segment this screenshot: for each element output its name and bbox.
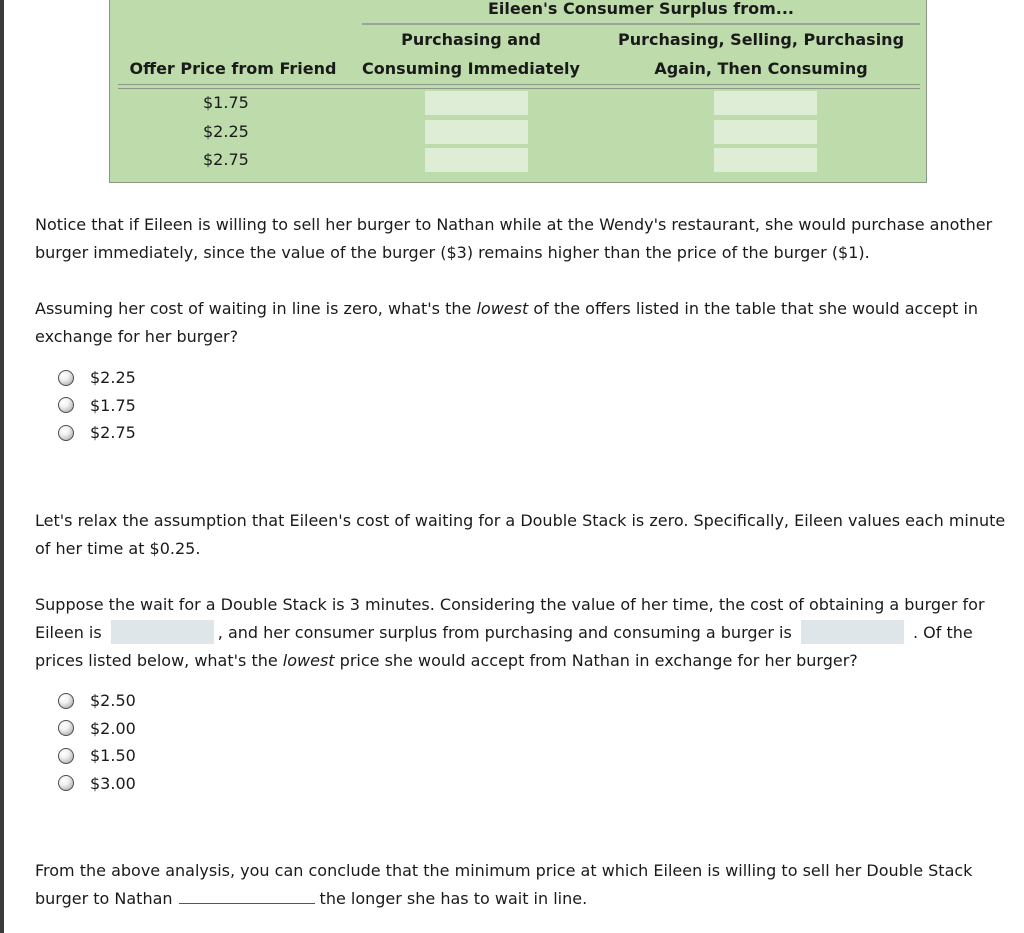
page-left-border	[0, 0, 4, 933]
table-row: $2.25	[110, 118, 926, 146]
conclusion-dropdown[interactable]	[178, 885, 315, 904]
conclusion-part2: the longer she has to wait in line.	[319, 889, 588, 908]
column-header-purchasing-consuming: Purchasing and Consuming Immediately	[356, 25, 586, 83]
surplus-immediate-input[interactable]	[425, 148, 528, 172]
header-line: Again, Then Consuming	[654, 59, 868, 78]
question1-emphasis: lowest	[476, 299, 529, 318]
offer-price: $2.25	[203, 122, 249, 141]
header-line: Purchasing and	[401, 30, 541, 49]
consumer-surplus-table: Eileen's Consumer Surplus from... Offer …	[109, 0, 927, 183]
consumer-surplus-input[interactable]	[800, 619, 904, 644]
radio-button-icon[interactable]	[58, 369, 74, 386]
radio-button-icon[interactable]	[58, 692, 74, 709]
question2-part2: , and her consumer surplus from purchasi…	[217, 623, 792, 642]
surplus-immediate-input[interactable]	[425, 120, 528, 144]
surplus-resell-input[interactable]	[714, 91, 817, 115]
header-line: Consuming Immediately	[362, 59, 580, 78]
surplus-resell-input[interactable]	[714, 148, 817, 172]
offer-price: $1.75	[203, 93, 249, 112]
question2-options: $2.50 $2.00 $1.50 $3.00	[58, 687, 136, 797]
question2-option[interactable]: $2.50	[58, 687, 136, 715]
question2-option[interactable]: $3.00	[58, 770, 136, 798]
option-label: $1.50	[90, 746, 136, 766]
question2-option[interactable]: $1.50	[58, 742, 136, 770]
column-header-purchasing-selling: Purchasing, Selling, Purchasing Again, T…	[603, 25, 919, 83]
radio-button-icon[interactable]	[58, 775, 74, 792]
question1-option[interactable]: $2.75	[58, 419, 136, 447]
radio-button-icon[interactable]	[58, 397, 74, 414]
question1-text: Assuming her cost of waiting in line is …	[35, 295, 1020, 351]
question2-option[interactable]: $2.00	[58, 715, 136, 743]
surplus-immediate-input[interactable]	[425, 91, 528, 115]
option-label: $2.25	[90, 368, 136, 388]
notice-paragraph: Notice that if Eileen is willing to sell…	[35, 215, 993, 262]
option-label: $2.50	[90, 691, 136, 711]
question1-prefix: Assuming her cost of waiting in line is …	[35, 299, 477, 318]
table-row: $2.75	[110, 146, 926, 174]
question1-option[interactable]: $2.25	[58, 364, 136, 392]
question2-text: Suppose the wait for a Double Stack is 3…	[35, 591, 1020, 675]
table-row: $1.75	[110, 89, 926, 117]
radio-button-icon[interactable]	[58, 747, 74, 764]
table-super-header: Eileen's Consumer Surplus from...	[362, 0, 920, 25]
cost-of-burger-input[interactable]	[110, 619, 214, 644]
header-line: Purchasing, Selling, Purchasing	[617, 30, 905, 49]
question1-option[interactable]: $1.75	[58, 392, 136, 420]
option-label: $1.75	[90, 395, 136, 415]
question1-options: $2.25 $1.75 $2.75	[58, 364, 136, 447]
column-header-offer-price: Offer Price from Friend	[129, 59, 337, 78]
question2-part4: price she would accept from Nathan in ex…	[334, 651, 858, 670]
surplus-resell-input[interactable]	[714, 120, 817, 144]
option-label: $2.00	[90, 718, 136, 738]
radio-button-icon[interactable]	[58, 424, 74, 441]
radio-button-icon[interactable]	[58, 720, 74, 737]
relax-assumption-paragraph: Let's relax the assumption that Eileen's…	[35, 511, 1006, 558]
question2-emphasis: lowest	[282, 651, 335, 670]
option-label: $3.00	[90, 773, 136, 793]
conclusion-text: From the above analysis, you can conclud…	[35, 857, 1020, 913]
offer-price: $2.75	[203, 150, 249, 169]
option-label: $2.75	[90, 423, 136, 443]
